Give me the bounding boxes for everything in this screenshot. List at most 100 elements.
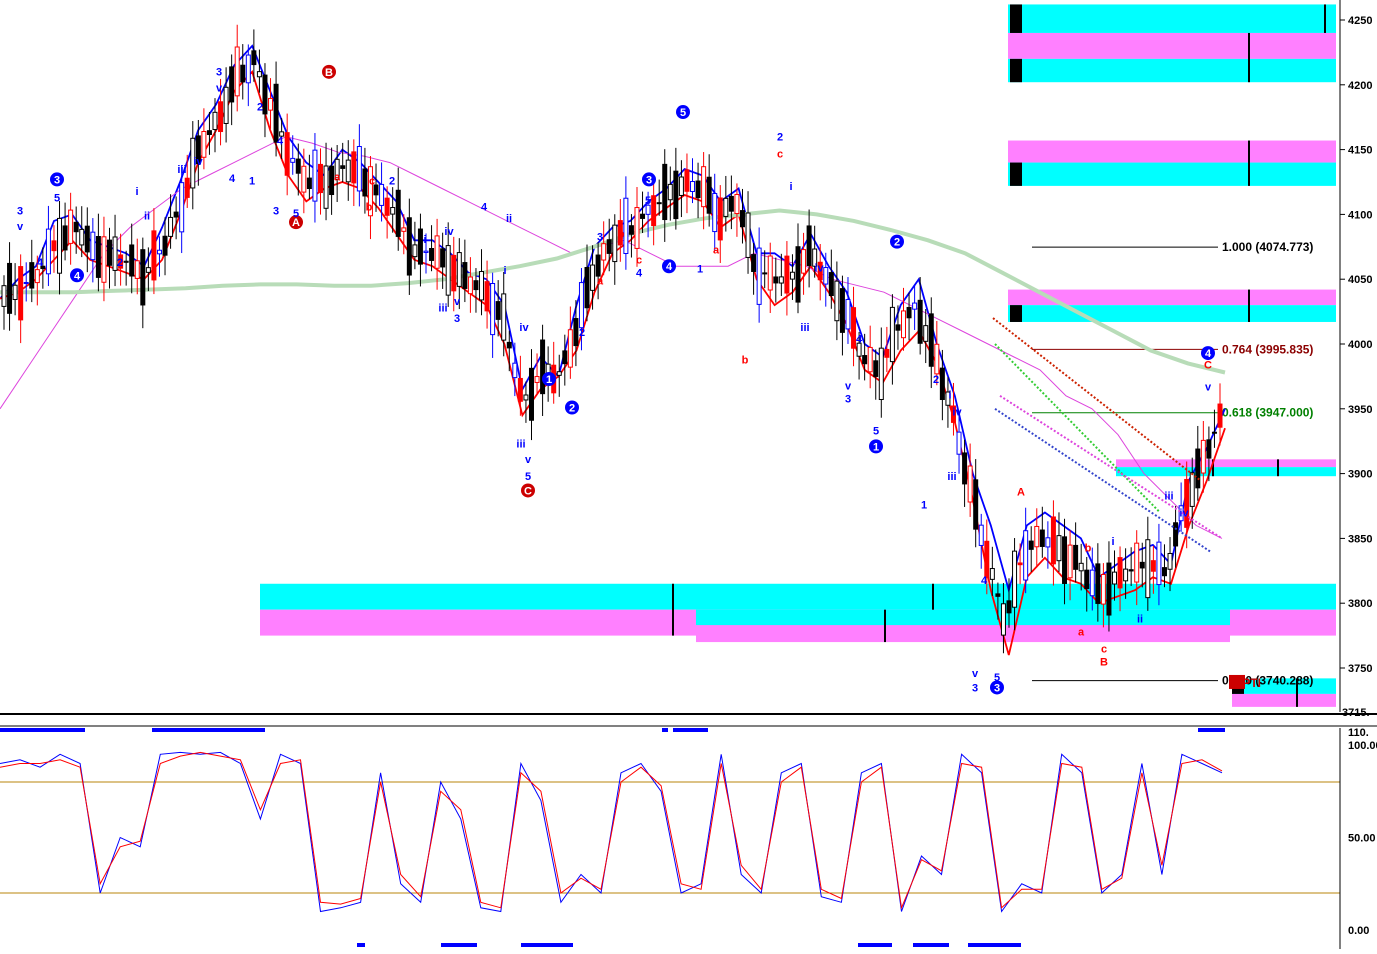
osc-signal-bottom bbox=[968, 943, 1021, 947]
candle-body bbox=[995, 593, 1001, 597]
wave-label: 3 bbox=[216, 67, 222, 79]
candle-body bbox=[395, 189, 401, 237]
band-marker bbox=[1010, 162, 1022, 186]
candle-body bbox=[501, 293, 507, 341]
candle-body bbox=[84, 225, 90, 253]
osc-signal-top bbox=[152, 728, 265, 732]
wave-label: 4 bbox=[981, 575, 988, 587]
candle-body bbox=[612, 224, 618, 263]
wave-label: c bbox=[369, 176, 375, 188]
wave-label: i bbox=[1111, 536, 1114, 548]
wave-label: 1 bbox=[249, 176, 255, 188]
zone-band bbox=[1232, 693, 1336, 707]
candle-body bbox=[962, 452, 968, 485]
wave-label: i bbox=[948, 389, 951, 401]
candle-body bbox=[528, 367, 534, 421]
candle-body bbox=[1184, 478, 1190, 528]
price-tick-label: 4000 bbox=[1348, 339, 1372, 351]
wave-label: C bbox=[1204, 360, 1212, 372]
candle-body bbox=[34, 269, 40, 284]
candle-body bbox=[1106, 562, 1112, 616]
candle-body bbox=[967, 465, 973, 503]
candle-body bbox=[928, 313, 934, 367]
osc-signal-top bbox=[662, 728, 668, 732]
candle-body bbox=[234, 46, 240, 97]
wave-label: 2 bbox=[257, 102, 263, 114]
candle-body bbox=[1023, 530, 1029, 581]
candle-body bbox=[451, 254, 457, 292]
candle-body bbox=[429, 248, 435, 261]
candle-body bbox=[878, 347, 884, 401]
candle-body bbox=[467, 276, 473, 295]
wave-circle-label: 2 bbox=[569, 403, 575, 415]
candle-body bbox=[1123, 568, 1129, 582]
price-tick-label: 3900 bbox=[1348, 469, 1372, 481]
wave-label: 5 bbox=[994, 672, 1000, 684]
wave-circle-label: C bbox=[524, 485, 532, 497]
wave-label: iii bbox=[1164, 491, 1173, 503]
osc-signal-top bbox=[673, 728, 708, 732]
wave-label: 4 bbox=[636, 268, 643, 280]
wave-label: 4 bbox=[856, 334, 863, 346]
candle-body bbox=[1078, 562, 1084, 572]
wave-label: 3 bbox=[597, 231, 603, 243]
candle-body bbox=[1173, 522, 1179, 547]
wave-circle-label: 3 bbox=[646, 174, 652, 186]
wave-label: iii bbox=[947, 471, 956, 483]
wave-circle-label: 4 bbox=[1205, 348, 1212, 360]
candle-body bbox=[690, 181, 696, 192]
zone-band bbox=[1116, 459, 1336, 468]
wave-label: 5 bbox=[525, 471, 531, 483]
candle-body bbox=[1139, 561, 1145, 569]
candle-body bbox=[640, 213, 646, 219]
candle-body bbox=[651, 195, 657, 227]
candle-body bbox=[839, 288, 845, 333]
candle-body bbox=[79, 228, 85, 246]
candle-body bbox=[634, 207, 640, 249]
wave-label: iv bbox=[814, 262, 824, 274]
candle-body bbox=[1095, 563, 1101, 604]
candle-body bbox=[1112, 571, 1118, 585]
candle-body bbox=[590, 264, 596, 291]
candle-body bbox=[623, 197, 629, 254]
candle-body bbox=[1189, 472, 1195, 507]
candle-body bbox=[1006, 600, 1012, 614]
candle-body bbox=[123, 260, 129, 263]
candle-body bbox=[57, 217, 63, 274]
candle-body bbox=[773, 276, 779, 284]
candle-body bbox=[406, 217, 412, 276]
candle-body bbox=[1067, 544, 1073, 579]
wave-label: i bbox=[423, 234, 426, 246]
candle-body bbox=[323, 165, 329, 209]
candle-body bbox=[828, 272, 834, 297]
wave-label: i bbox=[503, 265, 506, 277]
candle-body bbox=[1084, 569, 1090, 590]
candle-body bbox=[218, 101, 224, 133]
candle-body bbox=[417, 228, 423, 265]
wave-label: v bbox=[845, 380, 852, 392]
candle-body bbox=[390, 207, 396, 215]
wave-label: 4 bbox=[229, 173, 236, 185]
osc-signal-bottom bbox=[913, 943, 949, 947]
candle-body bbox=[68, 209, 74, 244]
wave-circle-label: 2 bbox=[894, 237, 900, 249]
fib-label: 0.764 (3995.835) bbox=[1222, 342, 1313, 356]
wave-label: b bbox=[618, 229, 625, 241]
candle-body bbox=[956, 431, 962, 455]
candle-body bbox=[923, 325, 929, 342]
candle-body bbox=[695, 180, 701, 199]
candle-body bbox=[823, 267, 829, 285]
candle-body bbox=[845, 299, 851, 330]
candle-body bbox=[912, 302, 918, 310]
candle-body bbox=[1050, 516, 1056, 565]
candle-body bbox=[151, 230, 157, 281]
candle-body bbox=[1012, 550, 1018, 608]
candle-body bbox=[12, 284, 18, 300]
osc-signal-bottom bbox=[858, 943, 892, 947]
wave-label: v bbox=[454, 296, 461, 308]
wave-label: 5 bbox=[873, 426, 879, 438]
wave-label: v bbox=[216, 82, 223, 94]
price-tick-label: 4050 bbox=[1348, 274, 1372, 286]
candle-body bbox=[1039, 529, 1045, 547]
wave-label: 5 bbox=[293, 208, 299, 220]
